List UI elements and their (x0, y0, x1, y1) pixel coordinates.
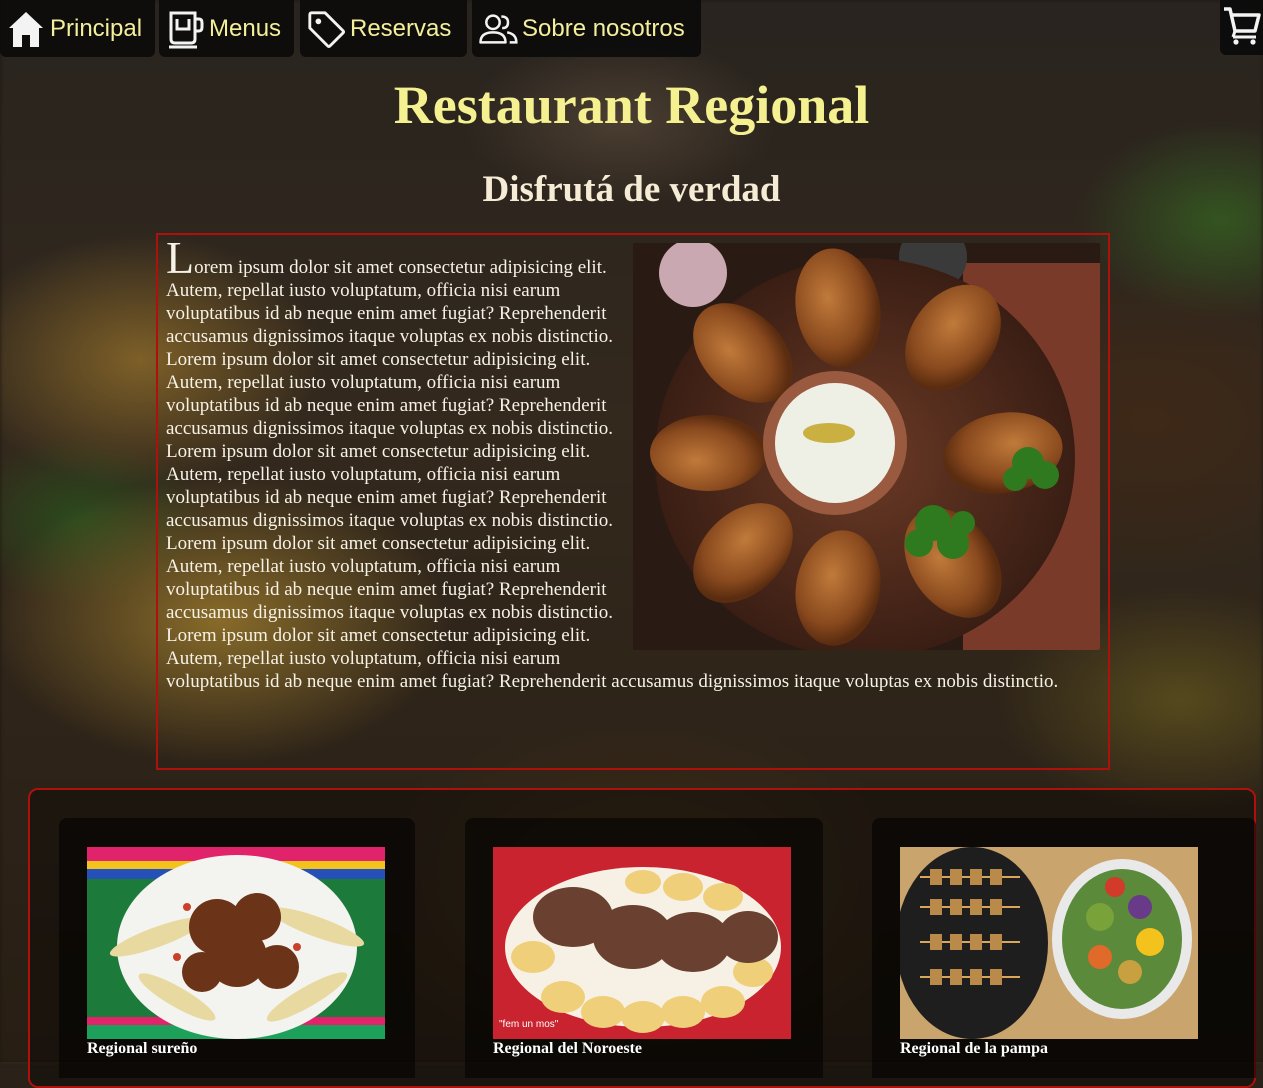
nav-item-sobre-nosotros[interactable]: Sobre nosotros (472, 0, 701, 57)
nav-item-principal[interactable]: Principal (0, 0, 155, 57)
coffee-cup-icon (165, 9, 205, 49)
photo-watermark: "fem un mos" (499, 1019, 559, 1030)
intro-article: Lorem ipsum dolor sit amet consectetur a… (156, 232, 1110, 770)
main-nav: Principal Menus Reservas Sobre nosotros (0, 0, 1263, 57)
page-subtitle: Disfrutá de verdad (482, 169, 781, 210)
nav-label-menus: Menus (209, 14, 282, 42)
card-caption: Regional de la pampa (900, 1040, 1049, 1057)
cart-icon (1223, 5, 1261, 50)
regional-cards: Regional sureño "fem un mos" Regional de… (28, 788, 1256, 1088)
page-title: Restaurant Regional (393, 75, 870, 135)
home-icon (6, 9, 46, 49)
nav-label-sobre-nosotros: Sobre nosotros (522, 14, 685, 42)
regional-pampa-photo (900, 847, 1198, 1039)
nav-item-reservas[interactable]: Reservas (300, 0, 467, 57)
regional-noroeste-photo: "fem un mos" (493, 847, 791, 1039)
kibbeh-photo (633, 243, 1100, 650)
nav-item-menus[interactable]: Menus (159, 0, 294, 57)
regional-sureno-photo (87, 847, 385, 1039)
card-regional-pampa[interactable]: Regional de la pampa (872, 818, 1256, 1078)
card-caption: Regional del Noroeste (493, 1040, 643, 1057)
nav-label-reservas: Reservas (350, 14, 452, 42)
nav-label-principal: Principal (50, 14, 143, 42)
card-regional-noroeste[interactable]: "fem un mos" Regional del Noroeste (465, 818, 823, 1078)
card-regional-sureno[interactable]: Regional sureño (59, 818, 415, 1078)
users-icon (478, 9, 518, 49)
cart-button[interactable] (1220, 0, 1263, 55)
tag-icon (306, 9, 346, 49)
card-caption: Regional sureño (87, 1040, 198, 1057)
